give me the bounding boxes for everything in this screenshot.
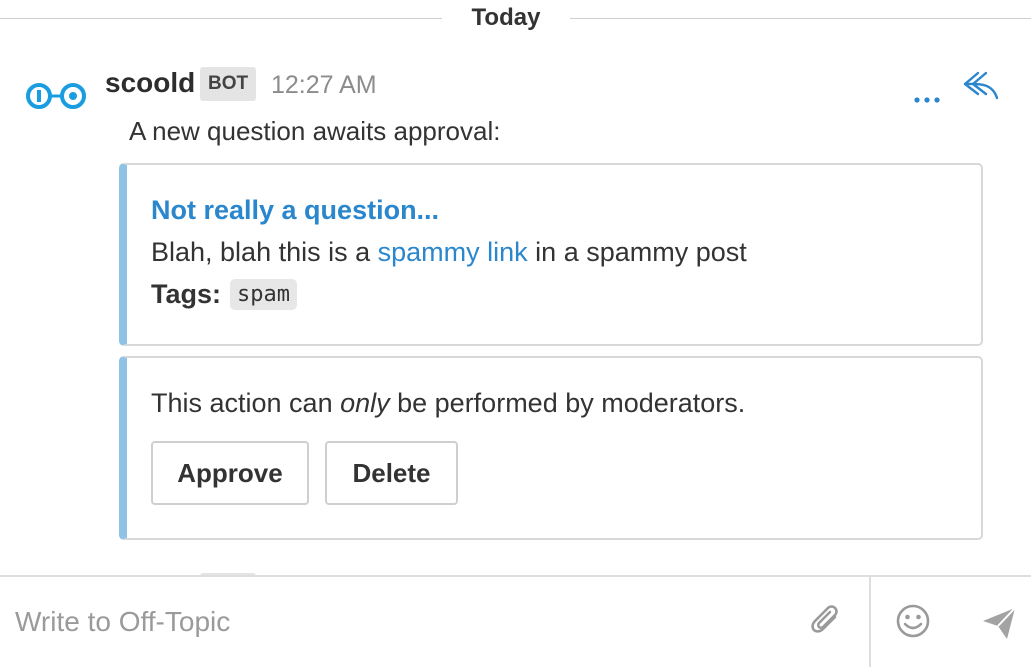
body-prefix: Blah, blah this is a (151, 237, 378, 267)
composer-separator (869, 577, 871, 667)
message-timestamp[interactable]: 12:27 AM (271, 71, 377, 100)
emoji-icon[interactable] (895, 603, 931, 639)
scoold-logo-icon[interactable] (25, 80, 87, 112)
spammy-link[interactable]: spammy link (378, 237, 528, 267)
divider-line-left (0, 18, 442, 19)
message-text: A new question awaits approval: (129, 116, 501, 146)
message-composer (0, 575, 1031, 667)
reply-icon[interactable] (962, 70, 1000, 100)
divider-line-right (570, 18, 1031, 19)
divider-label: Today (471, 4, 541, 31)
actions-attachment: This action can only be performed by mod… (119, 356, 983, 540)
bot-badge: BOT (200, 67, 257, 101)
tags-row: Tags: spam (151, 279, 297, 310)
question-attachment: Not really a question... Blah, blah this… (119, 163, 983, 346)
notice-suffix: be performed by moderators. (389, 388, 746, 418)
notice-prefix: This action can (151, 388, 341, 418)
notice-emphasis: only (340, 388, 390, 418)
delete-button[interactable]: Delete (325, 441, 458, 505)
tags-label: Tags: (151, 279, 222, 309)
question-body: Blah, blah this is a spammy link in a sp… (151, 237, 747, 268)
send-icon[interactable] (980, 605, 1018, 641)
message-input[interactable] (0, 589, 815, 655)
approve-button[interactable]: Approve (151, 441, 309, 505)
body-suffix: in a spammy post (527, 237, 747, 267)
paperclip-icon[interactable] (808, 603, 844, 639)
sender-name[interactable]: scoold (105, 67, 195, 99)
moderator-notice: This action can only be performed by mod… (151, 388, 745, 419)
more-options-icon[interactable] (910, 78, 944, 106)
tag-chip: spam (230, 279, 297, 310)
question-title-link[interactable]: Not really a question... (151, 195, 439, 226)
